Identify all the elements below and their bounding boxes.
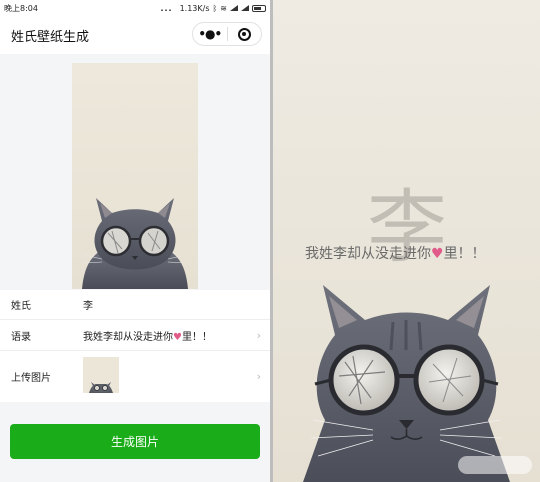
wallpaper-preview-image — [72, 63, 198, 289]
surname-label: 姓氏 — [11, 301, 31, 312]
upload-row[interactable]: 上传图片 › — [0, 351, 270, 402]
wallpaper-cat-image — [303, 285, 510, 482]
quote-text-after: 里！！ — [181, 331, 212, 343]
miniprogram-capsule: •●• — [192, 22, 262, 46]
heart-icon: ♥ — [173, 331, 182, 343]
generate-image-button[interactable]: 生成图片 — [10, 424, 260, 459]
signal-icon — [230, 5, 238, 11]
surname-row[interactable]: 姓氏 李 — [0, 290, 270, 320]
navigation-bar: 姓氏壁纸生成 •●• — [0, 16, 270, 54]
wallpaper-heart-icon: ♥ — [431, 246, 444, 262]
chevron-right-icon: › — [256, 328, 261, 342]
cat-thumbnail-image — [89, 382, 113, 393]
wifi-icon: ≋ — [220, 3, 227, 13]
quote-label: 语录 — [11, 331, 31, 343]
uploaded-image-thumbnail[interactable] — [83, 357, 119, 393]
page-title: 姓氏壁纸生成 — [11, 29, 90, 45]
form-card: 姓氏 李 语录 我姓李却从没走进你♥里！！ › 上传图片 › — [0, 290, 270, 402]
watermark-badge — [458, 456, 532, 474]
bluetooth-icon: ᛒ — [212, 3, 218, 13]
surname-input[interactable]: 李 — [83, 297, 93, 312]
upload-label: 上传图片 — [11, 373, 51, 384]
app-screen: 晚上8:04 ... 1.13K/s ᛒ ≋ 姓氏壁纸生成 •●• 姓氏 李 语… — [0, 0, 270, 482]
status-bar: 晚上8:04 ... 1.13K/s ᛒ ≋ — [0, 0, 270, 16]
wallpaper-quote-after: 里！！ — [443, 246, 486, 262]
close-miniprogram-button[interactable] — [228, 27, 262, 41]
quote-text-before: 我姓李却从没走进你 — [83, 331, 173, 343]
wallpaper-quote: 我姓李却从没走进你♥里！！ — [305, 243, 486, 263]
quote-row[interactable]: 语录 我姓李却从没走进你♥里！！ › — [0, 320, 270, 351]
signal-icon-2 — [241, 5, 249, 11]
chevron-right-icon-2: › — [256, 370, 261, 383]
record-target-icon — [237, 27, 251, 41]
network-speed: 1.13K/s — [179, 3, 210, 13]
status-dots: ... — [160, 3, 173, 13]
status-icons: ... 1.13K/s ᛒ ≋ — [160, 4, 266, 13]
battery-icon — [252, 4, 266, 12]
cat-with-glasses-image — [82, 198, 188, 289]
generated-wallpaper: 李 我姓李却从没走进你♥里！！ — [273, 0, 540, 482]
more-dots-icon[interactable]: •●• — [193, 27, 227, 41]
quote-value: 我姓李却从没走进你♥里！！ — [83, 328, 212, 343]
wallpaper-quote-before: 我姓李却从没走进你 — [305, 246, 431, 262]
status-time: 晚上8:04 — [4, 3, 38, 13]
